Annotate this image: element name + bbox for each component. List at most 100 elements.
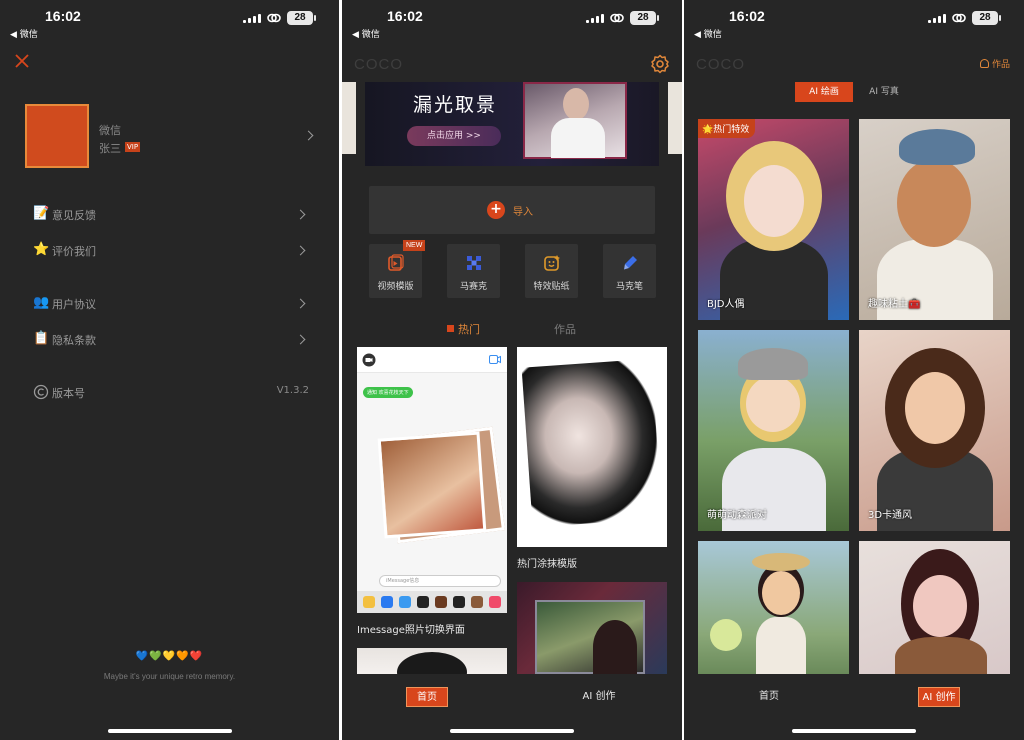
status-bar: 16:02 ◀ 微信 28 [342, 0, 682, 40]
tool-label: 马赛克 [459, 282, 487, 292]
style-card-3d-cartoon[interactable]: 3D卡通风 [859, 330, 1010, 531]
style-caption: 3D卡通风 [868, 510, 913, 521]
my-works-link[interactable]: 作品 [979, 57, 1010, 70]
style-card-animal-crossing[interactable]: 萌萌动森派对 [698, 330, 849, 531]
template-caption: Imessage照片切换界面 [357, 625, 465, 636]
memo-icon: 📝 [33, 206, 50, 221]
tool-label: 马克笔 [615, 282, 643, 292]
style-card-6[interactable] [859, 541, 1010, 674]
banner-carousel[interactable]: 漏光取景 点击应用 >> [342, 82, 682, 168]
tool-marker[interactable]: 马克笔 [603, 244, 656, 298]
template-card-imessage[interactable]: 通知 欢喜花枝天下 iMessage信息 [357, 347, 507, 613]
home-indicator[interactable] [107, 729, 232, 733]
status-time: 16:02 [45, 8, 81, 24]
tool-mosaic[interactable]: 马赛克 [447, 244, 500, 298]
version-value: V1.3.2 [276, 385, 309, 396]
chevron-right-icon [295, 209, 306, 220]
app-brand: COCO [354, 56, 403, 73]
home-indicator[interactable] [450, 729, 574, 733]
banner-title: 漏光取景 [413, 94, 498, 116]
import-button[interactable]: + 导入 [369, 186, 655, 234]
style-caption: BJD人偶 [707, 299, 745, 310]
status-time: 16:02 [729, 8, 765, 24]
banner-prev-peek [342, 82, 356, 154]
menu-item-label: 评价我们 [52, 245, 96, 258]
nav-home[interactable]: 首页 [748, 687, 790, 707]
template-card-partial[interactable] [357, 648, 507, 674]
menu-item-rate[interactable]: ⭐ 评价我们 [33, 239, 308, 263]
template-caption: 热门涂抹模版 [517, 559, 577, 570]
screens: 16:02 ◀ 微信 28 微信 张三 VIP 📝 意见反馈 ⭐ 评价我们 👥 … [0, 0, 1024, 740]
avatar [25, 104, 89, 168]
menu-item-privacy[interactable]: 📋 隐私条款 [33, 328, 308, 352]
nav-ai-create[interactable]: AI 创作 [578, 687, 620, 707]
chevron-right-icon [295, 245, 306, 256]
vip-badge: VIP [125, 142, 141, 152]
chevron-right-icon [295, 334, 306, 345]
marker-icon [624, 256, 637, 270]
tool-label: 特效贴纸 [533, 282, 570, 292]
menu-item-user-agreement[interactable]: 👥 用户协议 [33, 292, 308, 316]
profile-name: 微信 [99, 124, 121, 137]
link-icon [610, 13, 624, 23]
tab-ai-portrait[interactable]: AI 写真 [864, 82, 904, 102]
photo-stack [377, 431, 487, 539]
home-indicator[interactable] [792, 729, 916, 733]
close-icon[interactable] [14, 53, 30, 69]
person-icon [979, 59, 989, 68]
back-to-app-link[interactable]: ◀ 微信 [352, 27, 380, 40]
message-bubble: 通知 欢喜花枝天下 [363, 387, 413, 398]
clipboard-icon: 📋 [33, 331, 50, 346]
style-card-bjd[interactable]: 🌟热门特效 BJD人偶 [698, 119, 849, 320]
nav-ai-create[interactable]: AI 创作 [918, 687, 960, 707]
banner-next-peek [668, 82, 682, 154]
battery-icon: 28 [287, 11, 316, 25]
battery-icon: 28 [972, 11, 1001, 25]
tab-ai-painting[interactable]: AI 绘画 [795, 82, 853, 102]
signal-icon [586, 14, 604, 23]
star-icon: ⭐ [33, 242, 50, 257]
back-to-app-link[interactable]: ◀ 微信 [10, 27, 38, 40]
style-card-clay[interactable]: 趣味粘土🧰 [859, 119, 1010, 320]
status-bar: 16:02 ◀ 微信 28 [0, 0, 339, 40]
chevron-right-icon [295, 298, 306, 309]
menu-item-version: 版本号 V1.3.2 [33, 381, 309, 405]
tab-works[interactable]: 作品 [554, 321, 576, 337]
signal-icon [928, 14, 946, 23]
status-time: 16:02 [387, 8, 423, 24]
tagline: Maybe it's your unique retro memory. [103, 672, 236, 681]
link-icon [952, 13, 966, 23]
banner-apply-button[interactable]: 点击应用 >> [407, 126, 501, 146]
link-icon [267, 13, 281, 23]
tool-video-template[interactable]: 视频模版 [369, 244, 422, 298]
imessage-input-mock: iMessage信息 [379, 575, 501, 587]
menu-item-label: 隐私条款 [52, 334, 96, 347]
chevron-right-icon [303, 130, 314, 141]
plus-icon: + [487, 201, 505, 219]
hot-effect-badge: 🌟热门特效 [698, 119, 756, 138]
tool-sticker[interactable]: 特效贴纸 [525, 244, 578, 298]
template-card-smear[interactable] [517, 347, 667, 547]
template-card-partial[interactable] [517, 582, 667, 674]
users-icon: 👥 [33, 295, 50, 310]
ai-create-screen: 16:02 ◀ 微信 28 COCO 作品 AI 绘画 AI 写真 🌟热门特效 … [684, 0, 1024, 740]
banner-slide[interactable]: 漏光取景 点击应用 >> [365, 82, 659, 166]
video-call-icon [489, 355, 501, 364]
menu-item-label: 意见反馈 [52, 209, 96, 222]
back-to-app-link[interactable]: ◀ 微信 [694, 27, 722, 40]
home-screen: 16:02 ◀ 微信 28 COCO 漏光取景 点击应用 >> + 导入 视频模… [342, 0, 682, 740]
new-badge: NEW [403, 240, 426, 251]
import-label: 导入 [513, 207, 533, 218]
profile-row[interactable]: 微信 张三 VIP [25, 104, 320, 170]
nav-home[interactable]: 首页 [406, 687, 448, 707]
video-template-icon [388, 254, 404, 271]
gear-icon[interactable] [650, 54, 670, 74]
version-label: 版本号 [52, 387, 85, 400]
sketch-photo [521, 358, 663, 528]
hearts-decoration: 💙💚💛🧡❤️ [135, 651, 204, 662]
style-card-5[interactable] [698, 541, 849, 674]
tab-hot[interactable]: 热门 [447, 321, 480, 337]
copyright-icon [33, 384, 49, 400]
camera-icon [362, 353, 376, 367]
menu-item-feedback[interactable]: 📝 意见反馈 [33, 203, 308, 227]
